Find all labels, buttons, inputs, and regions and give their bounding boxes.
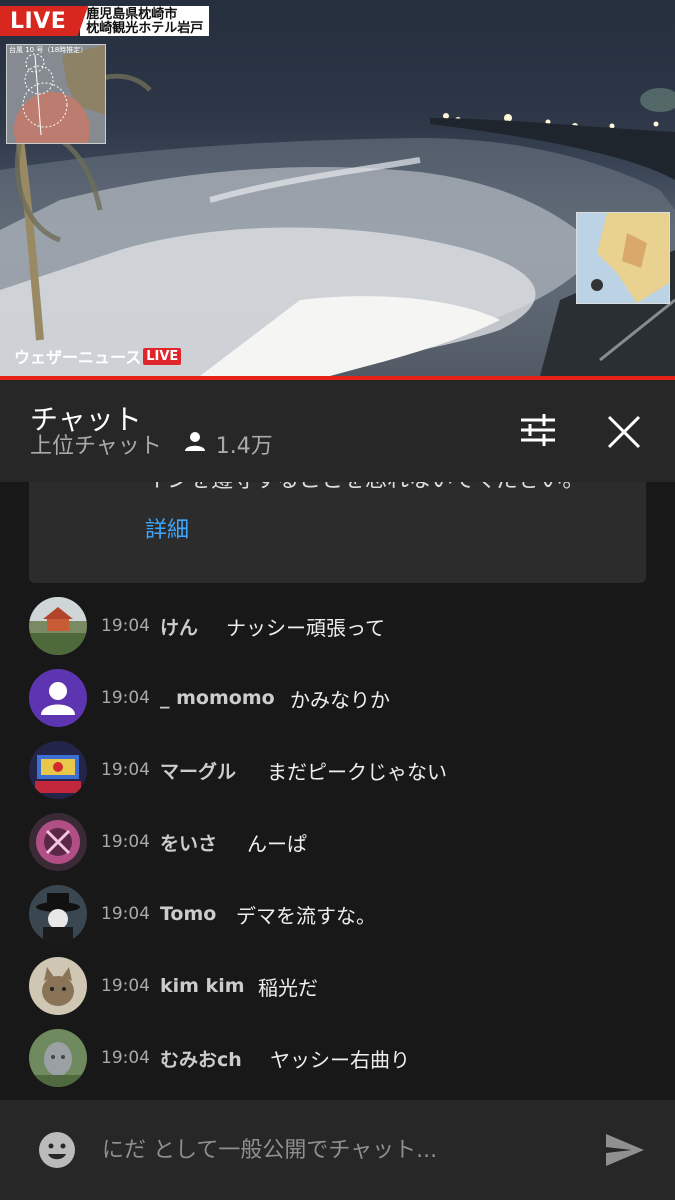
inset-map-graphic <box>577 213 669 303</box>
chat-mode-selector[interactable]: 上位チャット 1.4万 <box>30 428 273 460</box>
notice-more-link[interactable]: 詳細 <box>145 512 189 544</box>
typhoon-track-map: 台風 10 号（18時推定） <box>6 44 106 144</box>
message-text: んーぱ <box>247 831 307 856</box>
send-icon <box>606 1134 644 1166</box>
hat-character-avatar <box>29 885 87 943</box>
viewer-count: 1.4万 <box>215 434 273 459</box>
avatar[interactable] <box>29 957 87 1015</box>
location-label: 鹿児島県枕崎市 枕崎観光ホテル岩戸 <box>80 6 210 36</box>
chat-message-list[interactable]: インを遵守することを忘れないでください。 詳細 19:04 けん ナッシー頑張っ… <box>0 482 675 1100</box>
chat-message-input[interactable] <box>102 1130 582 1170</box>
close-icon <box>607 415 641 449</box>
chat-mode-label: 上位チャット <box>30 434 162 459</box>
message-author[interactable]: kim kim <box>160 975 245 997</box>
temple-photo-avatar <box>29 597 87 655</box>
message-author[interactable]: むみおch <box>160 1045 242 1072</box>
chat-message[interactable]: 19:04 むみおch ヤッシー右曲り <box>0 1028 675 1088</box>
chat-message[interactable]: 19:04 けん ナッシー頑張って <box>0 596 675 656</box>
emoji-button[interactable] <box>38 1131 76 1169</box>
message-time: 19:04 <box>101 760 150 780</box>
message-time: 19:04 <box>101 688 150 708</box>
message-text: デマを流すな。 <box>236 903 376 928</box>
live-label: LIVE <box>0 6 89 36</box>
brand-name: ウェザーニュース <box>14 348 142 367</box>
sliders-icon <box>521 414 555 446</box>
chat-message[interactable]: 19:04 マーグル まだピークじゃない <box>0 740 675 800</box>
message-author[interactable]: マーグル <box>160 757 236 784</box>
chat-rules-notice: インを遵守することを忘れないでください。 詳細 <box>29 482 646 583</box>
broadcaster-logo: ウェザーニュース LIVE <box>14 344 182 368</box>
message-text: ナッシー頑張って <box>226 615 385 640</box>
message-text: まだピークじゃない <box>267 759 447 784</box>
chat-header: チャット 上位チャット 1.4万 <box>0 380 675 482</box>
message-author[interactable]: _ momomo <box>160 687 275 709</box>
avatar[interactable] <box>29 741 87 799</box>
send-button[interactable] <box>604 1132 646 1168</box>
message-time: 19:04 <box>101 976 150 996</box>
avatar[interactable] <box>29 1029 87 1087</box>
typhoon-map-graphic <box>7 45 105 143</box>
person-icon <box>184 430 206 458</box>
message-time: 19:04 <box>101 832 150 852</box>
location-line-1: 鹿児島県枕崎市 <box>86 6 178 22</box>
emoji-icon <box>39 1132 75 1168</box>
cat-photo-avatar <box>29 957 87 1015</box>
message-text: ヤッシー右曲り <box>270 1047 410 1072</box>
avatar[interactable] <box>29 885 87 943</box>
message-author[interactable]: Tomo <box>160 903 216 925</box>
brand-live-tag: LIVE <box>143 347 182 365</box>
location-line-2: 枕崎観光ホテル岩戸 <box>86 20 204 36</box>
message-time: 19:04 <box>101 616 150 636</box>
statue-photo-avatar <box>29 1029 87 1087</box>
message-author[interactable]: けん <box>160 613 198 640</box>
avatar[interactable] <box>29 669 87 727</box>
chat-message[interactable]: 19:04 Tomo デマを流すな。 <box>0 884 675 944</box>
video-player[interactable]: LIVE 鹿児島県枕崎市 枕崎観光ホテル岩戸 台風 10 号（18時推定） ウェ… <box>0 0 675 376</box>
avatar[interactable] <box>29 813 87 871</box>
pachinko-machine-avatar <box>29 741 87 799</box>
chat-message[interactable]: 19:04 _ momomo かみなりか <box>0 668 675 728</box>
message-text: かみなりか <box>290 687 390 712</box>
chat-input-bar <box>0 1100 675 1200</box>
message-author[interactable]: をいさ <box>160 829 217 856</box>
avatar[interactable] <box>29 597 87 655</box>
chat-message[interactable]: 19:04 をいさ んーぱ <box>0 812 675 872</box>
typhoon-map-title: 台風 10 号（18時推定） <box>9 46 88 54</box>
message-text: 稲光だ <box>258 975 318 1000</box>
default-user-avatar <box>29 669 87 727</box>
close-chat-button[interactable] <box>604 412 644 452</box>
area-inset-map <box>576 212 670 304</box>
pink-logo-avatar <box>29 813 87 871</box>
chat-filter-button[interactable] <box>519 412 557 448</box>
message-time: 19:04 <box>101 1048 150 1068</box>
notice-text: インを遵守することを忘れないでください。 <box>145 482 584 494</box>
message-time: 19:04 <box>101 904 150 924</box>
live-location-badge: LIVE 鹿児島県枕崎市 枕崎観光ホテル岩戸 <box>0 6 210 36</box>
chat-message[interactable]: 19:04 kim kim 稲光だ <box>0 956 675 1016</box>
